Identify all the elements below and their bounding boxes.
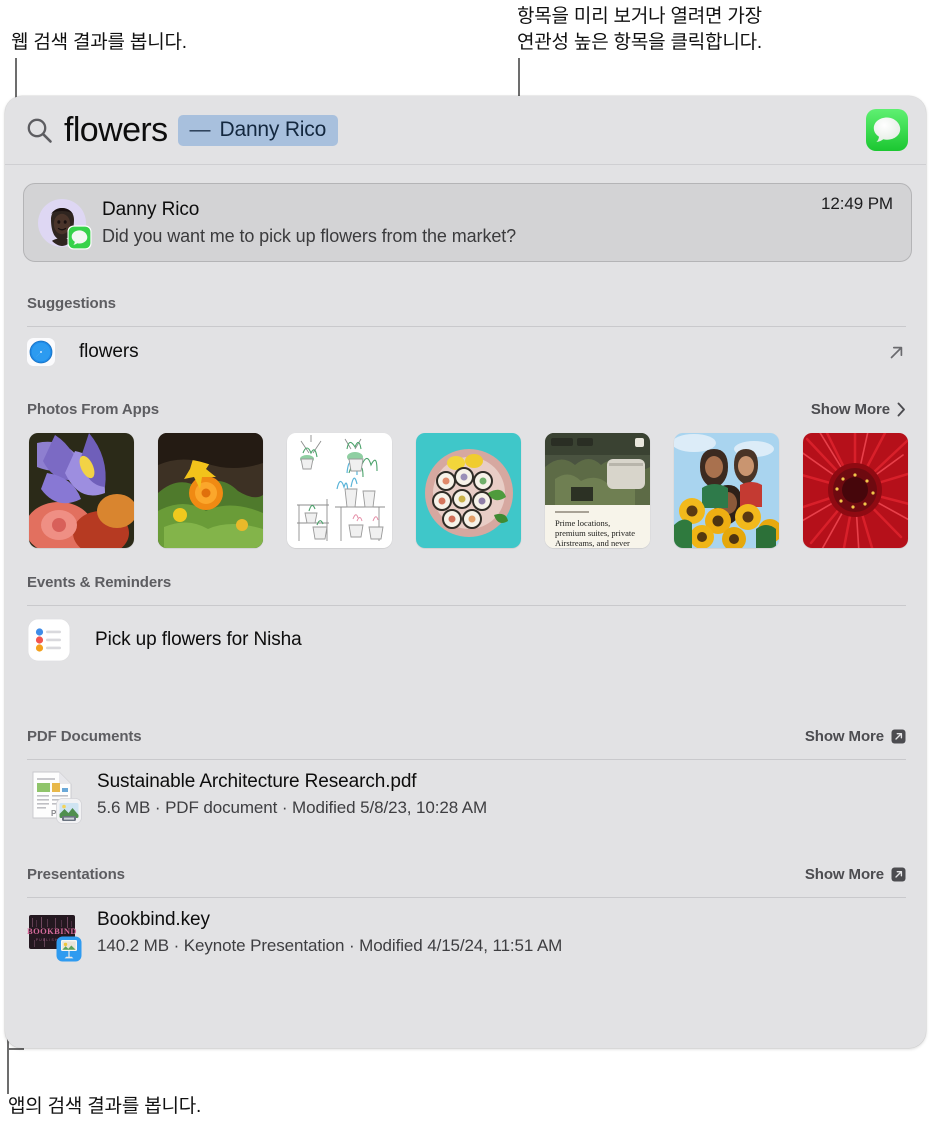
search-input[interactable]: flowers: [64, 113, 168, 147]
section-events-reminders: Events & Reminders Pick up flowers for N…: [5, 574, 926, 662]
photo-strip: Prime locations, premium suites, private…: [5, 423, 926, 548]
top-result-subtitle: Did you want me to pick up flowers from …: [102, 225, 517, 246]
messages-app-icon[interactable]: [866, 109, 908, 151]
avatar: [38, 198, 92, 249]
token-contact-name: Danny Rico: [219, 117, 327, 141]
suggestion-row-flowers[interactable]: flowers: [5, 331, 926, 373]
photo-thumbnail: [287, 433, 392, 548]
file-meta: 5.6 MB · PDF document · Modified 5/8/23,…: [97, 798, 488, 817]
section-header-events: Events & Reminders: [5, 574, 926, 596]
photo-thumbnail: [674, 433, 779, 548]
svg-text:premium suites, private: premium suites, private: [555, 528, 635, 538]
purple-iris-bouquet-photo[interactable]: [29, 433, 134, 548]
section-divider: [27, 759, 906, 760]
photo-thumbnail: [416, 433, 521, 548]
top-result-title: Danny Rico: [102, 198, 200, 220]
section-pdf-documents: PDF Documents Show More Sustainable Arch…: [5, 728, 926, 824]
suggestion-label: flowers: [79, 341, 139, 362]
section-divider: [27, 897, 906, 898]
section-title: Events & Reminders: [27, 574, 172, 591]
svg-text:BOOKBIND: BOOKBIND: [27, 926, 77, 936]
svg-text:Airstreams, and never: Airstreams, and never: [555, 538, 630, 548]
callout-top-left: 웹 검색 결과를 봅니다.: [11, 32, 187, 53]
photo-thumbnail: [158, 433, 263, 548]
show-more-photos-button[interactable]: Show More: [811, 401, 906, 418]
photo-thumbnail: [29, 433, 134, 548]
callout-top-right: 항목을 미리 보거나 열려면 가장 연관성 높은 항목을 클릭합니다.: [517, 6, 762, 53]
bookbind-keynote-thumbnail: BOOKBIND PUBLISHING: [27, 908, 82, 962]
file-row-keynote[interactable]: BOOKBIND PUBLISHING Bookbind.key 140.2 M…: [5, 908, 926, 962]
search-bar[interactable]: flowers — Danny Rico: [5, 96, 926, 165]
illustrated-houseplants-photo[interactable]: [287, 433, 392, 548]
spotlight-search-window: flowers — Danny Rico Danny Rico Did you …: [5, 96, 926, 1048]
friends-with-sunflowers-photo[interactable]: [674, 433, 779, 548]
section-title: Suggestions: [27, 295, 116, 312]
section-header-suggestions: Suggestions: [5, 295, 926, 317]
results-content: Danny Rico Did you want me to pick up fl…: [5, 183, 926, 962]
reminders-app-icon: [27, 618, 71, 662]
section-title: PDF Documents: [27, 728, 142, 745]
keynote-app-icon: [56, 936, 82, 962]
section-title: Photos From Apps: [27, 401, 160, 418]
messages-badge-icon: [67, 225, 92, 249]
section-header-photos: Photos From Apps Show More: [5, 401, 926, 423]
top-result-text: Danny Rico Did you want me to pick up fl…: [102, 198, 821, 248]
top-result-time: 12:49 PM: [821, 194, 893, 213]
show-more-presentations-button[interactable]: Show More: [805, 866, 906, 883]
show-more-pdf-button[interactable]: Show More: [805, 728, 906, 745]
section-header-pdf: PDF Documents Show More: [5, 728, 926, 750]
open-in-new-box-icon: [891, 867, 906, 882]
callout-bottom-left: 앱의 검색 결과를 봅니다.: [8, 1096, 202, 1117]
external-link-arrow-icon[interactable]: [887, 343, 906, 362]
safari-icon: [27, 338, 55, 366]
leader-bracket-bottom: [7, 1048, 24, 1050]
svg-text:Prime locations,: Prime locations,: [555, 518, 610, 528]
sushi-platter-photo[interactable]: [416, 433, 521, 548]
file-name: Bookbind.key: [97, 909, 210, 930]
airstream-listing-screenshot[interactable]: Prime locations, premium suites, private…: [545, 433, 650, 548]
search-icon: [27, 118, 52, 143]
photo-thumbnail: [803, 433, 908, 548]
file-text: Sustainable Architecture Research.pdf 5.…: [97, 770, 487, 820]
section-header-presentations: Presentations Show More: [5, 866, 926, 888]
reminder-text: Pick up flowers for Nisha: [95, 628, 302, 652]
orange-marigold-garden-photo[interactable]: [158, 433, 263, 548]
file-row-pdf[interactable]: PDF Sustainable Architecture Research.pd…: [5, 770, 926, 824]
photo-thumbnail: Prime locations, premium suites, private…: [545, 433, 650, 548]
token-dash: —: [189, 117, 211, 141]
pdf-document-icon: PDF: [27, 770, 82, 824]
file-name: Sustainable Architecture Research.pdf: [97, 771, 417, 792]
section-suggestions: Suggestions flowers: [5, 295, 926, 373]
preview-app-icon: [56, 798, 82, 824]
file-text: Bookbind.key 140.2 MB · Keynote Presenta…: [97, 908, 562, 958]
reminder-title: Pick up flowers for Nisha: [95, 629, 302, 650]
show-more-label: Show More: [804, 728, 884, 745]
leader-line-bottom-left: [7, 1050, 9, 1094]
section-divider: [27, 605, 906, 606]
section-title: Presentations: [27, 866, 125, 883]
file-meta: 140.2 MB · Keynote Presentation · Modifi…: [97, 936, 563, 955]
chevron-right-icon: [897, 402, 905, 417]
section-presentations: Presentations Show More BOOKBIND PUBLISH…: [5, 866, 926, 962]
search-token-contact[interactable]: — Danny Rico: [177, 114, 339, 146]
top-result-card[interactable]: Danny Rico Did you want me to pick up fl…: [23, 183, 912, 262]
section-divider: [27, 326, 906, 327]
reminder-row[interactable]: Pick up flowers for Nisha: [5, 618, 926, 662]
red-gerbera-daisy-photo[interactable]: [803, 433, 908, 548]
open-in-new-box-icon: [891, 729, 906, 744]
show-more-label: Show More: [804, 866, 884, 883]
section-photos-from-apps: Photos From Apps Show More Prime locatio…: [5, 401, 926, 548]
show-more-label: Show More: [810, 401, 890, 418]
